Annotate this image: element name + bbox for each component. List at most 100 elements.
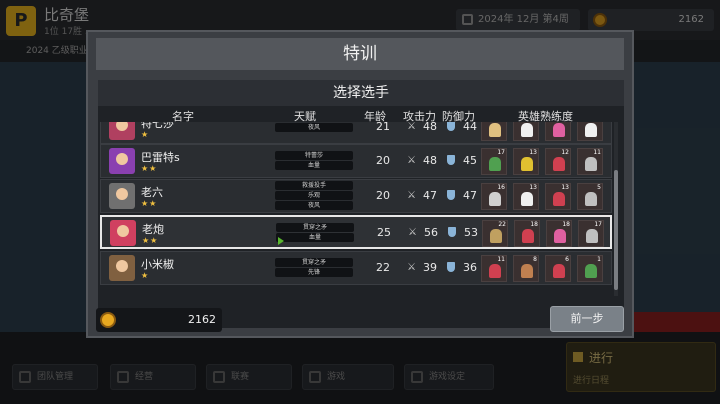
hero-figure-icon	[521, 192, 533, 206]
player-avatar	[109, 148, 135, 174]
modal-title: 特训	[96, 38, 624, 70]
player-defense: 53	[448, 226, 478, 239]
player-name: 老六	[141, 186, 163, 199]
hero-proficiency: 13	[529, 184, 537, 191]
hero-portrait: 16	[481, 183, 507, 210]
attack-value: 47	[423, 189, 437, 202]
hero-proficiency: 17	[497, 149, 505, 156]
player-stars: ★	[141, 130, 150, 139]
hero-portrait: 5	[577, 183, 603, 210]
previous-step-button[interactable]: 前一步	[550, 306, 624, 332]
hero-figure-icon	[585, 264, 597, 278]
player-list: 特七莎 ★ 夜风 21 ⚔ 48 44 巴雷特s ★★ 特蕾莎 血量 20 ⚔ 48 45 17 13 12 11 老…	[100, 122, 612, 296]
attack-value: 48	[423, 154, 437, 167]
shield-icon	[447, 155, 455, 165]
hero-proficiency: 17	[594, 221, 602, 228]
hero-portrait: 1	[577, 255, 603, 282]
money-amount: 2162	[188, 313, 216, 326]
hero-portrait	[513, 122, 539, 141]
shield-icon	[448, 227, 456, 237]
attack-value: 39	[423, 261, 437, 274]
player-avatar	[109, 183, 135, 209]
talent-tag: 血量	[276, 233, 354, 242]
sword-icon: ⚔	[408, 227, 417, 238]
hero-figure-icon	[554, 229, 566, 243]
coin-icon	[100, 312, 116, 328]
hero-proficiency: 6	[565, 256, 569, 263]
player-defense: 36	[447, 261, 477, 274]
player-row[interactable]: 老炮 ★★ 贯穿之矛 血量 25 ⚔ 56 53 22 18 18 17	[100, 215, 612, 249]
talent-tag: 夜风	[275, 201, 353, 210]
hero-proficiency: 12	[561, 149, 569, 156]
hero-portrait: 13	[513, 148, 539, 175]
player-name: 小米椒	[141, 258, 174, 271]
hero-portrait: 18	[514, 220, 540, 247]
scrollbar-thumb[interactable]	[614, 170, 618, 290]
player-defense: 47	[447, 189, 477, 202]
hero-figure-icon	[489, 123, 501, 137]
sword-icon: ⚔	[407, 122, 416, 132]
hero-proficiency: 11	[497, 256, 505, 263]
defense-value: 53	[464, 226, 478, 239]
hero-figure-icon	[585, 123, 597, 137]
hero-figure-icon	[489, 264, 501, 278]
hero-proficiency: 8	[533, 256, 537, 263]
money-box: 2162	[96, 308, 222, 332]
hero-proficiency: 13	[529, 149, 537, 156]
hero-figure-icon	[553, 157, 565, 171]
hero-figure-icon	[586, 229, 598, 243]
player-defense: 45	[447, 154, 477, 167]
player-row[interactable]: 特七莎 ★ 夜风 21 ⚔ 48 44	[100, 122, 612, 144]
player-select-panel: 选择选手 名字 天赋 年龄 攻击力 防御力 英雄熟练度 特七莎 ★ 夜风 21 ⚔ 48 4…	[98, 80, 624, 328]
player-age: 21	[376, 122, 390, 133]
player-attack: ⚔ 47	[407, 189, 437, 202]
player-stars: ★	[141, 271, 150, 280]
hero-figure-icon	[585, 192, 597, 206]
hero-proficiency: 1	[597, 256, 601, 263]
defense-value: 45	[463, 154, 477, 167]
talent-tag: 救援投手	[275, 181, 353, 190]
selected-arrow-icon	[278, 237, 284, 245]
player-attack: ⚔ 56	[408, 226, 438, 239]
hero-portrait: 18	[546, 220, 572, 247]
sword-icon: ⚔	[407, 155, 416, 166]
player-stars: ★★	[141, 164, 158, 173]
hero-figure-icon	[585, 157, 597, 171]
player-attack: ⚔ 48	[407, 154, 437, 167]
talent-tag: 乐观	[275, 191, 353, 200]
sword-icon: ⚔	[407, 190, 416, 201]
player-attack: ⚔ 48	[407, 122, 437, 133]
hero-figure-icon	[553, 123, 565, 137]
player-row[interactable]: 巴雷特s ★★ 特蕾莎 血量 20 ⚔ 48 45 17 13 12 11	[100, 144, 612, 178]
hero-proficiency: 16	[497, 184, 505, 191]
talent-tag: 贯穿之矛	[275, 258, 353, 267]
hero-proficiency: 11	[593, 149, 601, 156]
shield-icon	[447, 122, 455, 131]
hero-proficiency: 22	[498, 221, 506, 228]
player-age: 20	[376, 154, 390, 167]
hero-figure-icon	[489, 192, 501, 206]
hero-figure-icon	[553, 192, 565, 206]
hero-figure-icon	[521, 123, 533, 137]
player-row[interactable]: 小米椒 ★ 贯穿之矛 先锋 22 ⚔ 39 36 11 8 6 1	[100, 251, 612, 285]
hero-portrait: 22	[482, 220, 508, 247]
player-row[interactable]: 老六 ★★ 救援投手 乐观 夜风 20 ⚔ 47 47 16 13 13 5	[100, 179, 612, 213]
hero-portrait: 11	[481, 255, 507, 282]
player-avatar	[109, 255, 135, 281]
hero-portrait: 13	[545, 183, 571, 210]
hero-portrait: 6	[545, 255, 571, 282]
player-stars: ★★	[142, 236, 159, 245]
training-modal: 特训 选择选手 名字 天赋 年龄 攻击力 防御力 英雄熟练度 特七莎 ★ 夜风 21 ⚔…	[86, 30, 634, 338]
player-avatar	[110, 220, 136, 246]
defense-value: 44	[463, 122, 477, 133]
defense-value: 36	[463, 261, 477, 274]
player-attack: ⚔ 39	[407, 261, 437, 274]
hero-figure-icon	[521, 264, 533, 278]
player-age: 22	[376, 261, 390, 274]
talent-tag: 先锋	[275, 268, 353, 277]
hero-portrait: 13	[513, 183, 539, 210]
hero-figure-icon	[489, 157, 501, 171]
hero-portrait	[577, 122, 603, 141]
talent-tag: 贯穿之矛	[276, 223, 354, 232]
talent-tag: 血量	[275, 161, 353, 170]
